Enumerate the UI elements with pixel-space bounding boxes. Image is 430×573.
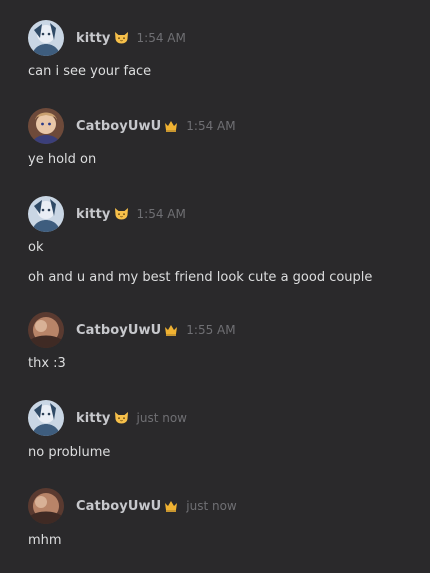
message-timestamp: 1:54 AM: [186, 119, 236, 133]
message-header: CatboyUwU just now: [28, 488, 237, 524]
message-text: oh and u and my best friend look cute a …: [28, 270, 373, 285]
crown-icon: [164, 497, 178, 516]
message-header: kitty 1:54 AM: [28, 196, 186, 232]
username[interactable]: kitty: [76, 207, 111, 222]
username[interactable]: kitty: [76, 411, 111, 426]
avatar[interactable]: [28, 312, 64, 348]
message-timestamp: 1:55 AM: [186, 323, 236, 337]
message-header: CatboyUwU 1:54 AM: [28, 108, 236, 144]
cat-face-icon: [114, 29, 129, 48]
message-text: ye hold on: [28, 152, 97, 167]
message-text: ok: [28, 240, 44, 255]
avatar[interactable]: [28, 400, 64, 436]
message-timestamp: 1:54 AM: [136, 207, 186, 221]
crown-icon: [164, 321, 178, 340]
message-text: no problume: [28, 445, 111, 460]
message-text: can i see your face: [28, 64, 152, 79]
cat-face-icon: [114, 409, 129, 428]
message-header: kitty 1:54 AM: [28, 20, 186, 56]
message-timestamp: just now: [186, 499, 237, 513]
message-timestamp: 1:54 AM: [136, 31, 186, 45]
avatar[interactable]: [28, 488, 64, 524]
crown-icon: [164, 117, 178, 136]
message-timestamp: just now: [136, 411, 187, 425]
username[interactable]: kitty: [76, 31, 111, 46]
avatar[interactable]: [28, 20, 64, 56]
avatar[interactable]: [28, 108, 64, 144]
username[interactable]: CatboyUwU: [76, 323, 161, 338]
username[interactable]: CatboyUwU: [76, 119, 161, 134]
cat-face-icon: [114, 205, 129, 224]
message-text: thx :3: [28, 356, 66, 371]
message-header: kitty just now: [28, 400, 187, 436]
message-header: CatboyUwU 1:55 AM: [28, 312, 236, 348]
message-text: mhm: [28, 533, 62, 548]
avatar[interactable]: [28, 196, 64, 232]
username[interactable]: CatboyUwU: [76, 499, 161, 514]
